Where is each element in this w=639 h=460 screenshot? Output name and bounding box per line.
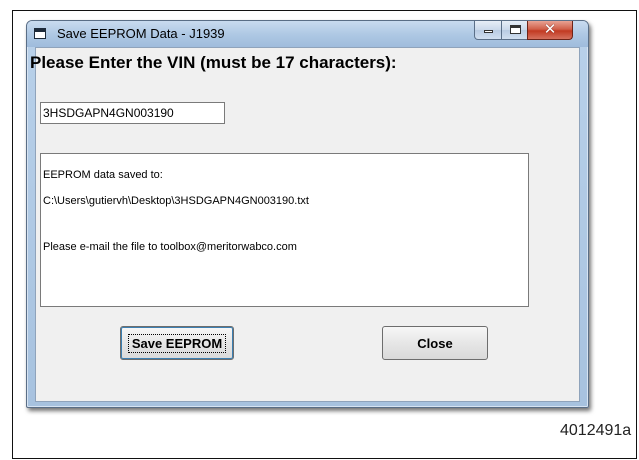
save-eeprom-button[interactable]: Save EEPROM xyxy=(120,326,234,360)
window-title: Save EEPROM Data - J1939 xyxy=(57,26,225,41)
output-line: EEPROM data saved to: xyxy=(43,169,163,181)
minimize-button[interactable] xyxy=(474,21,502,40)
close-button[interactable]: Close xyxy=(382,326,488,360)
output-line: C:\Users\gutiervh\Desktop\3HSDGAPN4GN003… xyxy=(43,195,309,207)
save-eeprom-label: Save EEPROM xyxy=(127,333,227,353)
status-output-box[interactable]: EEPROM data saved to: C:\Users\gutiervh\… xyxy=(40,153,529,307)
app-window-icon xyxy=(34,28,46,39)
close-label: Close xyxy=(417,335,453,351)
maximize-button[interactable] xyxy=(501,21,528,40)
minimize-icon xyxy=(484,30,493,33)
figure-id: 4012491a xyxy=(560,422,632,439)
maximize-icon xyxy=(510,25,521,34)
title-bar[interactable]: Save EEPROM Data - J1939 ✕ xyxy=(27,20,588,47)
vin-input[interactable] xyxy=(40,102,225,124)
window-close-button[interactable]: ✕ xyxy=(527,20,573,40)
close-icon: ✕ xyxy=(543,20,557,38)
output-blank-line xyxy=(43,221,526,228)
vin-prompt-heading: Please Enter the VIN (must be 17 charact… xyxy=(30,53,397,72)
output-line: Please e-mail the file to toolbox@merito… xyxy=(43,241,297,253)
